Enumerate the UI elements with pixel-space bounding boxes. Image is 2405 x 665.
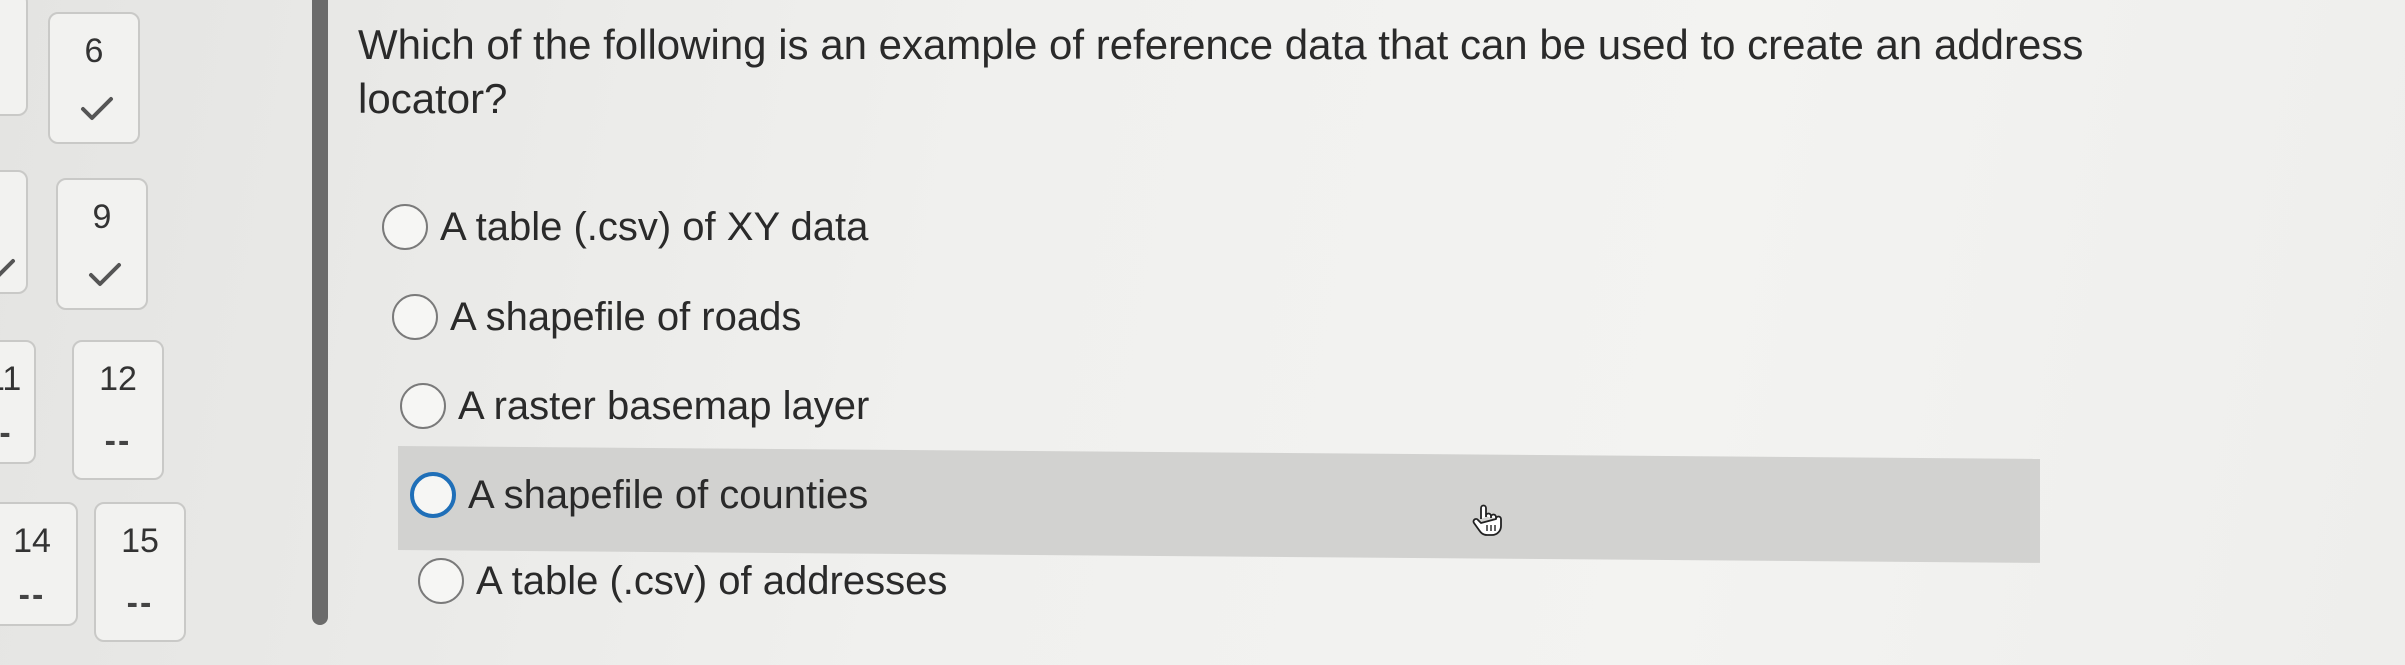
question-number: 14 — [13, 522, 51, 560]
option-label: A shapefile of roads — [450, 294, 802, 339]
panel-divider[interactable] — [312, 0, 328, 625]
question-tile-partial[interactable] — [0, 170, 28, 294]
question-number: 6 — [84, 32, 104, 70]
question-status: -- — [0, 414, 13, 452]
radio-button[interactable] — [392, 294, 438, 340]
question-navigator: 11 -- 14 -- 6 9 12 -- 15 -- — [0, 0, 300, 665]
question-tile-12[interactable]: 12 -- — [72, 340, 164, 480]
option-roads-shapefile[interactable]: A shapefile of roads — [392, 282, 801, 352]
question-number: 11 — [0, 360, 22, 398]
question-status: -- — [18, 576, 46, 614]
question-text: Which of the following is an example of … — [358, 21, 2084, 122]
option-raster-basemap[interactable]: A raster basemap layer — [400, 371, 869, 441]
question-tile-15[interactable]: 15 -- — [94, 502, 186, 642]
option-xy-table[interactable]: A table (.csv) of XY data — [382, 192, 868, 262]
check-icon — [89, 263, 121, 286]
question-status: -- — [126, 584, 154, 622]
option-label: A raster basemap layer — [458, 383, 870, 428]
question-tile[interactable]: 11 -- — [0, 340, 36, 464]
hand-cursor-icon — [1472, 504, 1502, 536]
question-status: -- — [104, 422, 132, 460]
radio-button[interactable] — [400, 383, 446, 429]
question-tile-9[interactable]: 9 — [56, 178, 148, 310]
question-number: 12 — [99, 360, 137, 398]
radio-button[interactable] — [418, 558, 464, 604]
option-label: A shapefile of counties — [468, 472, 869, 517]
radio-button-selected[interactable] — [410, 472, 456, 518]
check-icon — [81, 97, 113, 120]
question-number: 9 — [92, 198, 112, 236]
question-tile-6[interactable]: 6 — [48, 12, 140, 144]
question-tile[interactable]: 14 -- — [0, 502, 78, 626]
question-tile-partial[interactable] — [0, 0, 28, 116]
option-label: A table (.csv) of addresses — [476, 558, 948, 603]
question-number: 15 — [121, 522, 159, 560]
option-addresses-table[interactable]: A table (.csv) of addresses — [418, 546, 947, 616]
option-label: A table (.csv) of XY data — [440, 204, 869, 249]
check-icon — [0, 259, 15, 277]
option-counties-shapefile[interactable]: A shapefile of counties — [410, 460, 868, 530]
radio-button[interactable] — [382, 204, 428, 250]
